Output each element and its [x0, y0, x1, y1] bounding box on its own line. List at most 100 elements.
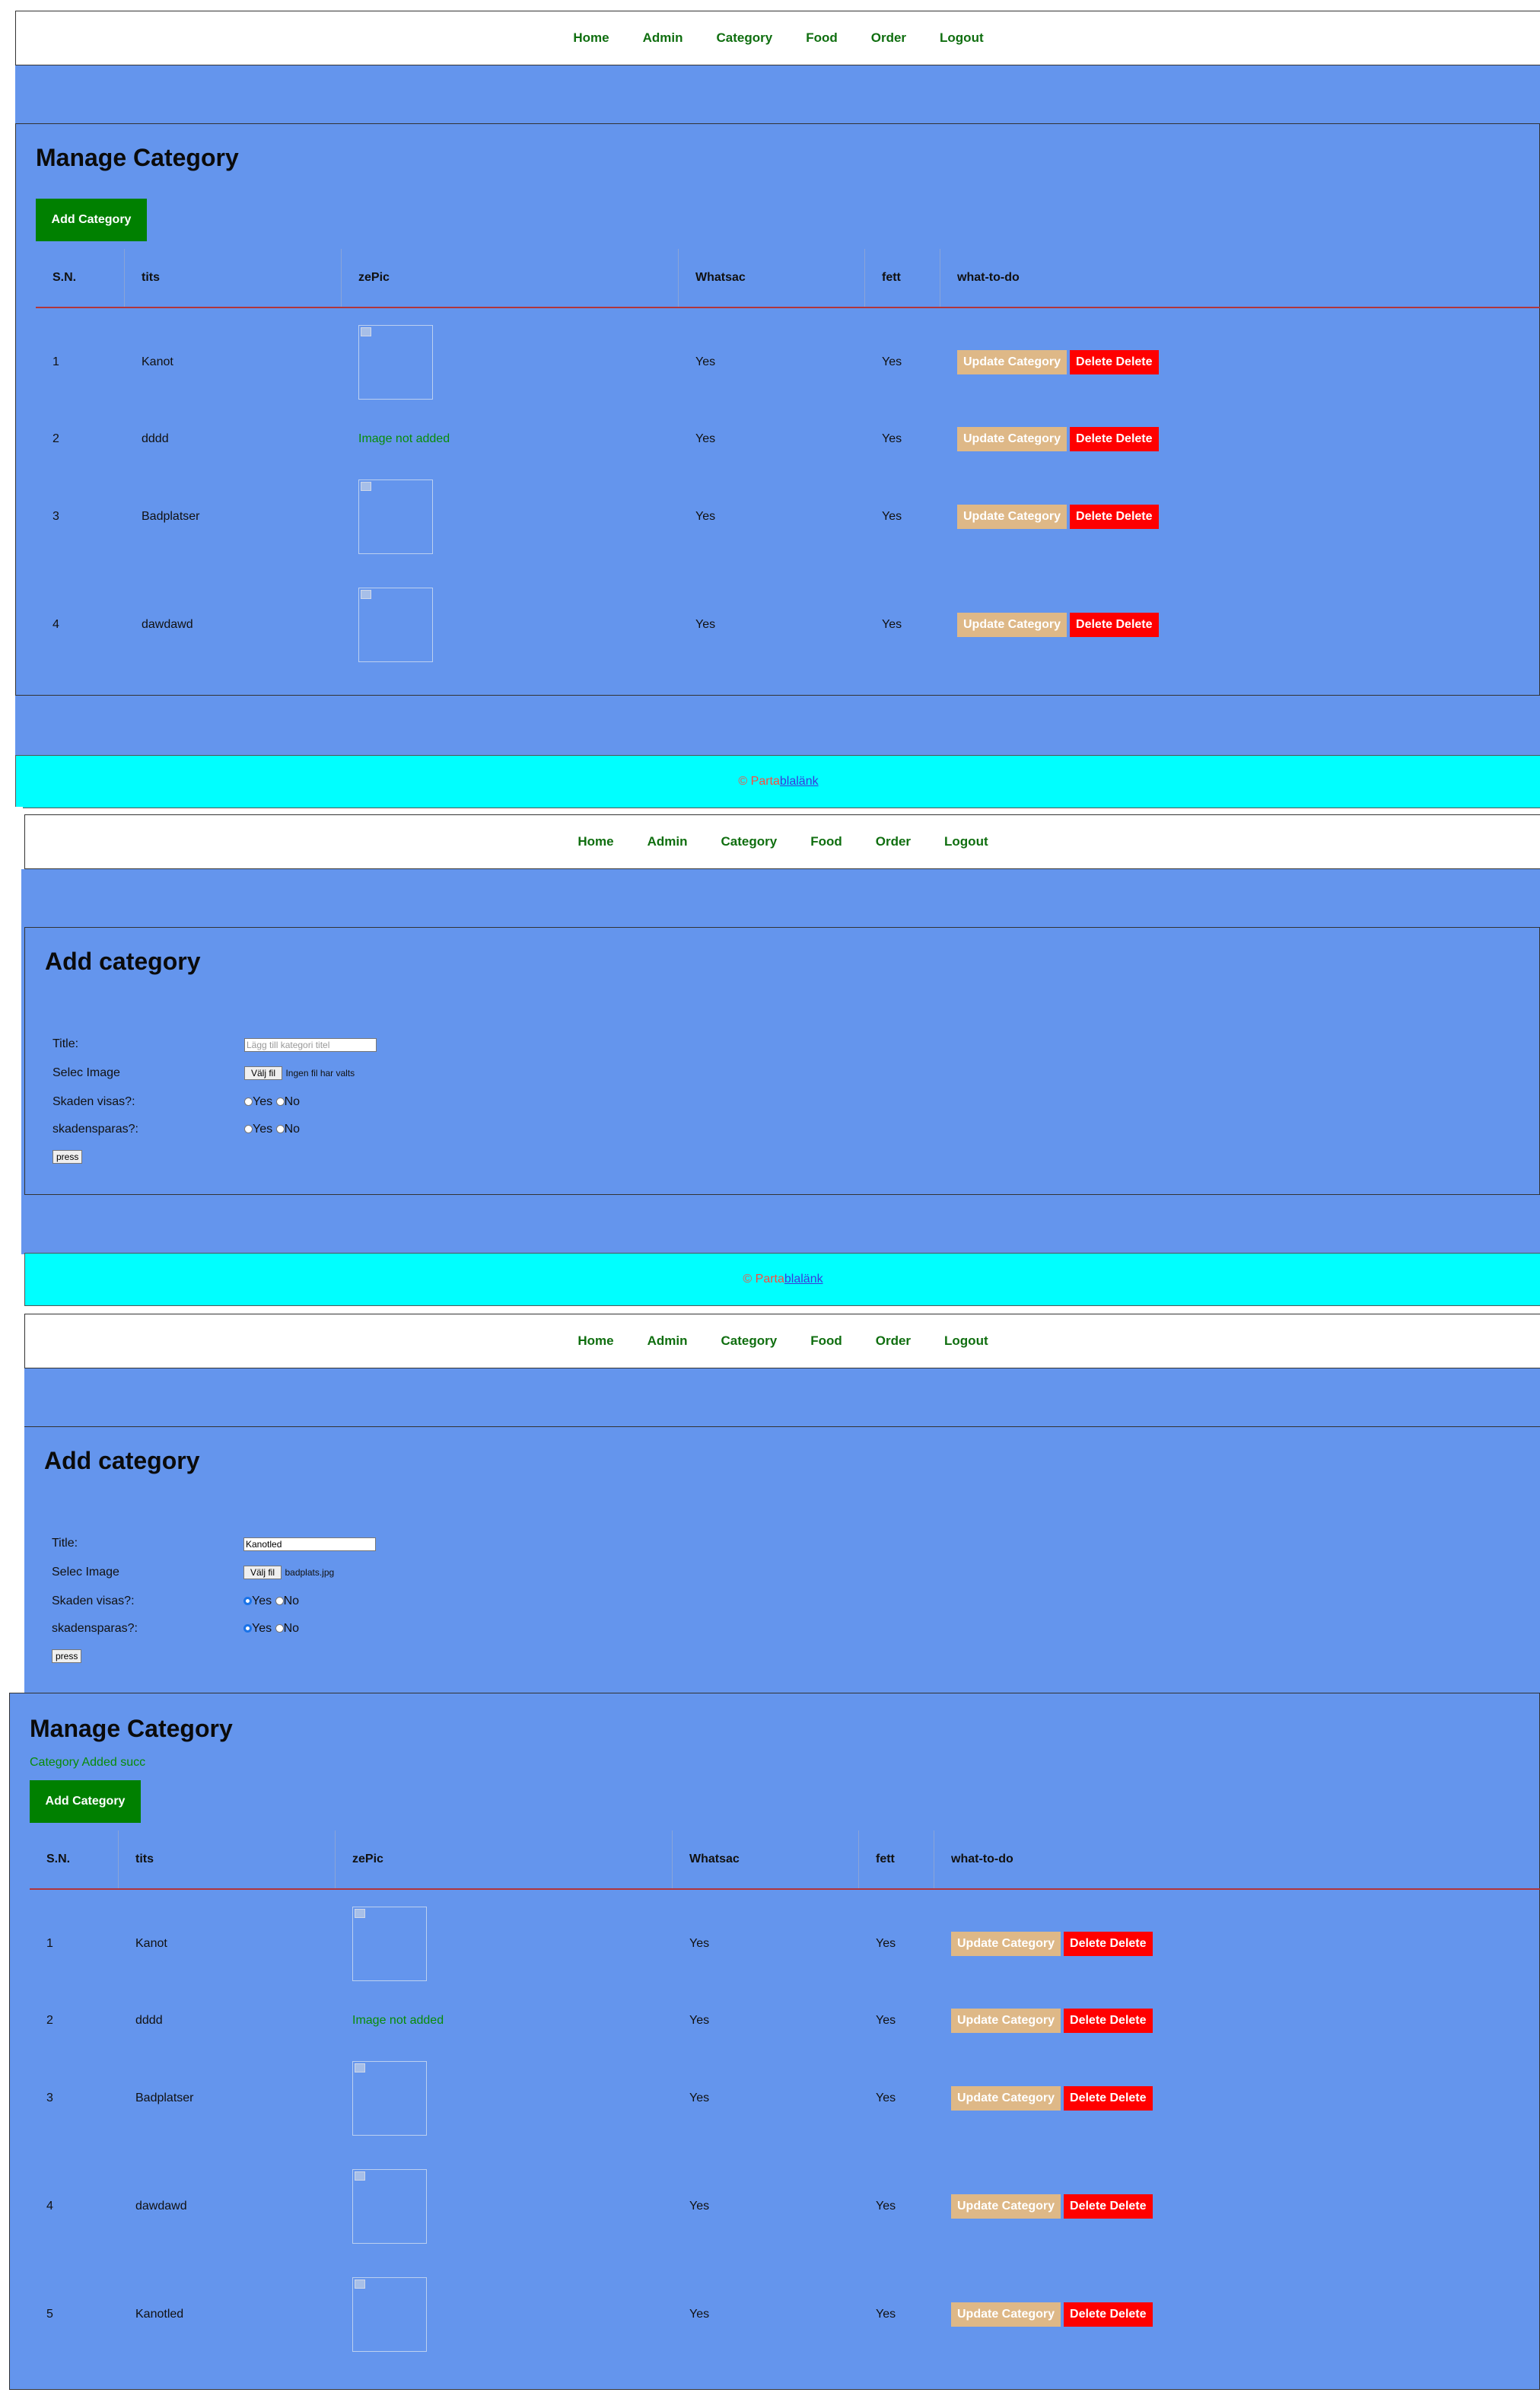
update-category-button[interactable]: Update Category	[957, 427, 1068, 451]
title-label: Title:	[52, 1537, 78, 1550]
th-active: fett	[864, 249, 940, 308]
footer-2: © Parta blalänk	[24, 1253, 1540, 1306]
th-title: tits	[124, 249, 342, 308]
active-no-radio[interactable]	[275, 1125, 285, 1133]
nav-home[interactable]: Home	[578, 1333, 613, 1349]
update-category-button[interactable]: Update Category	[957, 349, 1068, 374]
form-title: Add category	[44, 1447, 200, 1474]
category-table-1: S.N. tits zePic Whatsac fett what-to-do …	[36, 249, 1540, 679]
update-category-button[interactable]: Update Category	[951, 2194, 1061, 2219]
title-input[interactable]	[244, 1038, 377, 1052]
featured-label: Skaden visas?:	[52, 1095, 135, 1108]
nav-food[interactable]: Food	[810, 834, 842, 849]
delete-category-button[interactable]: Delete Delete	[1064, 1931, 1153, 1956]
yes-label: Yes	[253, 1095, 273, 1108]
th-active: fett	[858, 1830, 934, 1890]
featured-no-radio[interactable]	[275, 1597, 284, 1605]
featured-yes-radio[interactable]	[244, 1098, 253, 1106]
no-label: No	[283, 1595, 300, 1607]
nav-admin[interactable]: Admin	[643, 30, 683, 46]
nav-logout[interactable]: Logout	[940, 30, 984, 46]
title-input[interactable]	[243, 1537, 376, 1551]
th-sn: S.N.	[30, 1830, 119, 1890]
cell-active: Yes	[882, 355, 902, 368]
nav-home[interactable]: Home	[578, 834, 613, 849]
submit-button[interactable]: press	[52, 1649, 82, 1663]
nav-category[interactable]: Category	[721, 1333, 778, 1349]
cell-featured: Yes	[689, 2308, 710, 2321]
nav-category[interactable]: Category	[717, 30, 773, 46]
submit-button[interactable]: press	[52, 1150, 83, 1164]
success-message: Category Added succ	[30, 1756, 146, 1769]
add-panel-2: Add category Title: Selec Image Välj fil…	[24, 1426, 1540, 1695]
category-image	[358, 588, 433, 662]
active-yes-radio[interactable]	[243, 1624, 252, 1633]
nav-food[interactable]: Food	[806, 30, 838, 46]
cell-title: Kanot	[135, 1936, 167, 1950]
yes-label: Yes	[253, 1123, 273, 1136]
nav-order[interactable]: Order	[876, 1333, 911, 1349]
delete-category-button[interactable]: Delete Delete	[1070, 349, 1159, 374]
delete-category-button[interactable]: Delete Delete	[1064, 2194, 1153, 2219]
th-title: tits	[118, 1830, 336, 1890]
category-image	[358, 324, 433, 400]
nav-category[interactable]: Category	[721, 834, 778, 849]
cell-active: Yes	[876, 1936, 896, 1950]
active-label: skadensparas?:	[52, 1123, 138, 1136]
cell-featured: Yes	[689, 1936, 710, 1950]
nav-admin[interactable]: Admin	[648, 834, 688, 849]
featured-no-radio[interactable]	[275, 1098, 285, 1106]
file-status: badplats.jpg	[285, 1567, 335, 1578]
table-row: 4 dawdawd Yes Yes Update Category Delete …	[30, 2152, 1540, 2260]
cell-sn: 2	[52, 432, 59, 445]
update-category-button[interactable]: Update Category	[957, 613, 1068, 637]
nav-food[interactable]: Food	[810, 1333, 842, 1349]
nav-logout[interactable]: Logout	[944, 834, 988, 849]
form-title: Add category	[45, 948, 201, 975]
active-no-radio[interactable]	[275, 1624, 284, 1633]
yes-label: Yes	[252, 1622, 272, 1635]
delete-category-button[interactable]: Delete Delete	[1070, 427, 1159, 451]
featured-yes-radio[interactable]	[243, 1597, 252, 1605]
update-category-button[interactable]: Update Category	[951, 1931, 1061, 1956]
update-category-button[interactable]: Update Category	[951, 2302, 1061, 2327]
delete-category-button[interactable]: Delete Delete	[1070, 505, 1159, 529]
cell-title: dawdawd	[142, 618, 193, 631]
category-image	[352, 2277, 427, 2352]
footer-link[interactable]: blalänk	[784, 1273, 823, 1286]
manage-panel-2: Manage Category Category Added succ Add …	[9, 1693, 1540, 2390]
nav-logout[interactable]: Logout	[944, 1333, 988, 1349]
update-category-button[interactable]: Update Category	[951, 2086, 1061, 2111]
cell-sn: 3	[46, 2092, 53, 2104]
cell-sn: 3	[52, 510, 59, 523]
nav-order[interactable]: Order	[871, 30, 906, 46]
footer-copyright: © Parta	[738, 775, 780, 788]
add-category-button[interactable]: Add Category	[36, 199, 147, 241]
delete-category-button[interactable]: Delete Delete	[1064, 2086, 1153, 2111]
nav-admin[interactable]: Admin	[648, 1333, 688, 1349]
delete-category-button[interactable]: Delete Delete	[1064, 2009, 1153, 2033]
cell-active: Yes	[876, 2200, 896, 2213]
top-nav-3: Home Admin Category Food Order Logout	[24, 1314, 1540, 1368]
th-image: zePic	[341, 249, 679, 308]
table-row: 4 dawdawd Yes Yes Update Category Delete …	[36, 571, 1540, 679]
choose-file-button[interactable]: Välj fil	[244, 1066, 283, 1080]
table-row: 2 dddd Image not added Yes Yes Update Ca…	[36, 416, 1540, 463]
active-label: skadensparas?:	[52, 1622, 138, 1635]
footer-link[interactable]: blalänk	[780, 775, 819, 789]
add-category-button[interactable]: Add Category	[30, 1780, 141, 1823]
cell-sn: 2	[46, 2014, 53, 2027]
table-row: 3 Badplatser Yes Yes Update Category Dele…	[30, 2044, 1540, 2152]
delete-category-button[interactable]: Delete Delete	[1064, 2302, 1153, 2327]
active-yes-radio[interactable]	[244, 1125, 253, 1133]
cell-featured: Yes	[689, 2200, 710, 2213]
delete-category-button[interactable]: Delete Delete	[1070, 613, 1159, 637]
nav-home[interactable]: Home	[573, 30, 609, 46]
category-image	[358, 479, 433, 554]
nav-order[interactable]: Order	[876, 834, 911, 849]
choose-file-button[interactable]: Välj fil	[243, 1566, 282, 1579]
update-category-button[interactable]: Update Category	[957, 505, 1068, 529]
cell-title: dddd	[142, 432, 169, 445]
th-sn: S.N.	[36, 249, 125, 308]
update-category-button[interactable]: Update Category	[951, 2009, 1061, 2033]
